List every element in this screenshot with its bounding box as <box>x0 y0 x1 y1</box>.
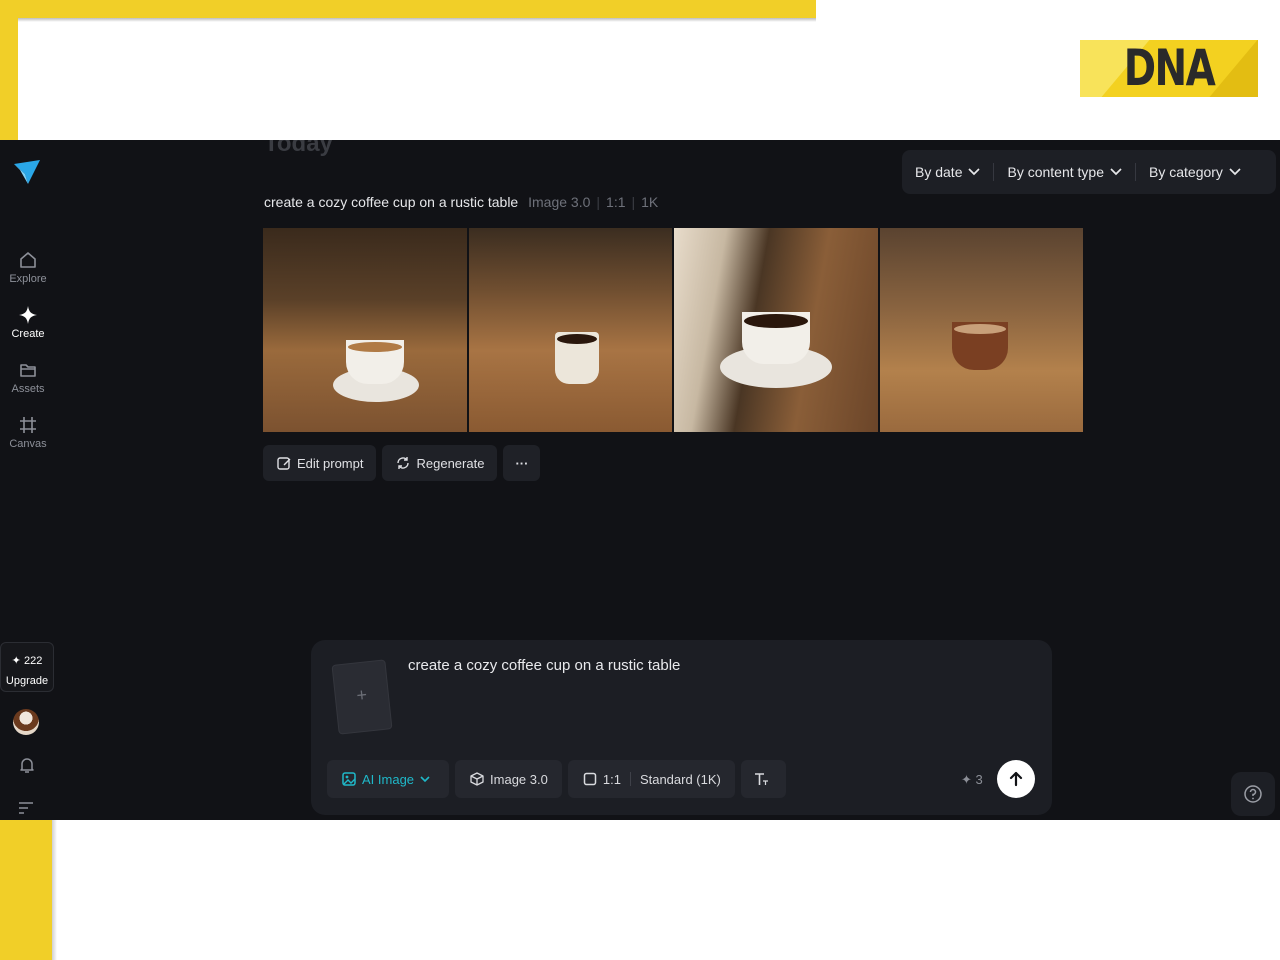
sidebar: Explore Create Assets Canvas ✦ 222 Upgra… <box>0 140 56 820</box>
filter-by-date[interactable]: By date <box>902 164 993 180</box>
composer-toolbar: AI Image Image 3.0 1:1 Standard (1K) <box>327 760 786 798</box>
model-label: Image 3.0 <box>490 771 548 787</box>
more-options-button[interactable]: ··· <box>503 445 541 481</box>
generation-ratio: 1:1 <box>606 194 626 210</box>
sidebar-item-create[interactable]: Create <box>0 305 56 340</box>
help-button[interactable] <box>1231 772 1275 816</box>
regenerate-button[interactable]: Regenerate <box>382 445 498 481</box>
chevron-down-icon <box>968 168 981 176</box>
ratio-label: 1:1 <box>602 771 621 787</box>
chevron-down-icon <box>1110 168 1122 176</box>
logo-text: DNA <box>1123 40 1216 97</box>
sidebar-item-label: Create <box>11 328 45 340</box>
generation-resolution: 1K <box>641 194 659 210</box>
square-icon <box>583 772 597 786</box>
sidebar-item-canvas[interactable]: Canvas <box>0 415 56 450</box>
bell-icon[interactable] <box>17 755 37 775</box>
home-icon <box>20 252 36 268</box>
frame-shadow <box>18 18 816 22</box>
mode-selector[interactable]: AI Image <box>327 760 450 798</box>
button-label: Edit prompt <box>297 455 364 471</box>
sidebar-item-assets[interactable]: Assets <box>0 360 56 395</box>
upgrade-label: Upgrade <box>5 675 49 687</box>
text-icon <box>754 773 768 785</box>
sidebar-item-label: Assets <box>11 383 45 395</box>
avatar[interactable] <box>13 709 39 735</box>
frame-bottom-left-bar <box>0 820 52 960</box>
generated-image[interactable] <box>879 228 1083 432</box>
edit-icon <box>277 457 291 470</box>
mode-label: AI Image <box>362 771 415 787</box>
credit-cost: ✦ 3 <box>961 772 983 787</box>
app-window: Explore Create Assets Canvas ✦ 222 Upgra… <box>0 140 1280 820</box>
dna-logo: DNA <box>1080 40 1258 97</box>
filter-by-content-type[interactable]: By content type <box>994 164 1135 180</box>
menu-icon[interactable] <box>18 800 34 814</box>
text-style-button[interactable] <box>740 760 786 798</box>
generation-prompt: create a cozy coffee cup on a rustic tab… <box>264 194 519 210</box>
section-title: Today <box>264 140 333 157</box>
button-label: Regenerate <box>416 455 485 471</box>
frame-top-bar <box>0 0 816 18</box>
brand-icon[interactable] <box>12 158 42 186</box>
quality-label: Standard (1K) <box>639 771 721 787</box>
upgrade-button[interactable]: ✦ 222 Upgrade <box>0 642 54 692</box>
sidebar-item-label: Explore <box>9 273 47 285</box>
frame-shadow-vertical <box>52 820 57 960</box>
generated-image[interactable] <box>263 228 467 432</box>
size-selector[interactable]: 1:1 Standard (1K) <box>567 760 735 798</box>
generated-image[interactable] <box>468 228 672 432</box>
credits-count: ✦ 222 <box>11 655 43 667</box>
generation-model: Image 3.0 <box>528 194 591 210</box>
send-button[interactable] <box>997 760 1035 798</box>
help-icon <box>1244 785 1262 803</box>
filter-label: By category <box>1149 164 1223 180</box>
chevron-down-icon <box>1229 168 1241 176</box>
cube-icon <box>470 772 484 786</box>
sidebar-item-explore[interactable]: Explore <box>0 250 56 285</box>
canvas-icon <box>20 417 36 433</box>
arrow-up-icon <box>1009 771 1023 787</box>
refresh-icon <box>397 457 410 469</box>
chevron-down-icon <box>420 775 430 782</box>
sparkle-icon <box>19 306 37 324</box>
model-selector[interactable]: Image 3.0 <box>455 760 562 798</box>
generation-header: create a cozy coffee cup on a rustic tab… <box>264 194 659 210</box>
edit-prompt-button[interactable]: Edit prompt <box>263 445 377 481</box>
filter-by-category[interactable]: By category <box>1136 164 1254 180</box>
prompt-input[interactable]: create a cozy coffee cup on a rustic tab… <box>408 657 680 674</box>
generated-image[interactable] <box>674 228 878 432</box>
image-icon <box>342 772 356 786</box>
prompt-composer: + create a cozy coffee cup on a rustic t… <box>311 640 1052 815</box>
add-reference-button[interactable]: + <box>331 659 393 735</box>
folder-icon <box>20 364 36 377</box>
generation-actions: Edit prompt Regenerate ··· <box>263 445 541 481</box>
sidebar-item-label: Canvas <box>9 438 47 450</box>
filter-bar: By date By content type By category <box>902 150 1276 194</box>
frame-left-bar <box>0 0 18 140</box>
image-gallery <box>263 228 1083 432</box>
plus-icon: + <box>355 684 369 706</box>
filter-label: By content type <box>1007 164 1104 180</box>
filter-label: By date <box>915 164 963 180</box>
more-icon: ··· <box>515 455 529 471</box>
